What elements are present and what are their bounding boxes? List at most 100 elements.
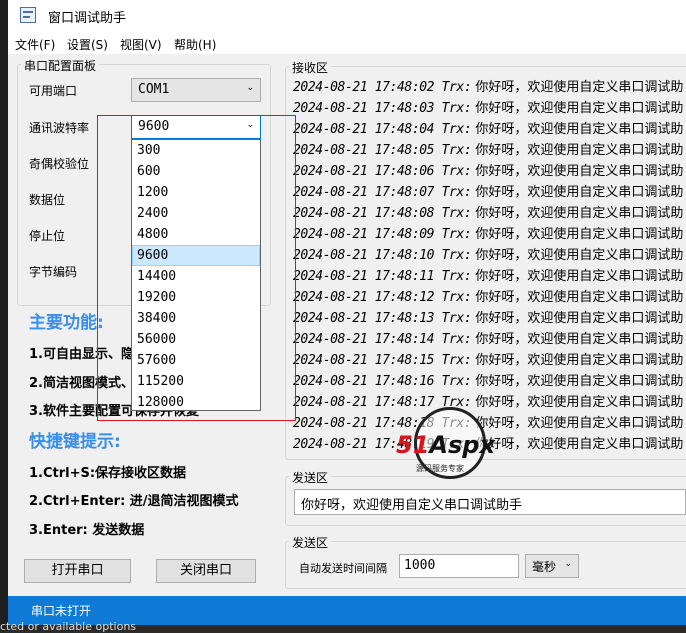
- receive-line: 2024-08-21 17:48:03 Trx: 你好呀，欢迎使用自定义串口调试…: [293, 98, 686, 119]
- interval-input[interactable]: 1000: [399, 554, 519, 578]
- receive-timestamp: 2024-08-21 17:48:05 Trx:: [293, 143, 472, 158]
- parity-label: 奇偶校验位: [29, 157, 90, 171]
- receive-message: 你好呀，欢迎使用自定义串口调试助: [471, 206, 684, 221]
- menu-help[interactable]: 帮助(H): [174, 36, 216, 53]
- menu-view[interactable]: 视图(V): [120, 36, 162, 53]
- menu-file[interactable]: 文件(F): [15, 36, 55, 53]
- baud-dropdown-list: 300 600 1200 2400 4800 9600 14400 19200 …: [131, 139, 261, 411]
- close-port-button[interactable]: 关闭串口: [156, 559, 256, 583]
- receive-message: 你好呀，欢迎使用自定义串口调试助: [471, 311, 684, 326]
- receive-message: 你好呀，欢迎使用自定义串口调试助: [471, 332, 684, 347]
- window-title: 窗口调试助手: [48, 11, 127, 26]
- shortcuts-heading: 快捷键提示:: [29, 432, 121, 452]
- watermark-logo: 51Aspx 源码服务专家: [394, 405, 518, 485]
- receive-timestamp: 2024-08-21 17:48:13 Trx:: [293, 311, 472, 326]
- receive-timestamp: 2024-08-21 17:48:12 Trx:: [293, 290, 472, 305]
- receive-message: 你好呀，欢迎使用自定义串口调试助: [471, 374, 684, 389]
- baud-option[interactable]: 1200: [132, 182, 260, 203]
- serial-config-title: 串口配置面板: [21, 57, 100, 74]
- shortcut-item: 1.Ctrl+S:保存接收区数据: [29, 466, 187, 481]
- title-bar: 窗口调试助手: [8, 0, 686, 32]
- receive-line: 2024-08-21 17:48:09 Trx: 你好呀，欢迎使用自定义串口调试…: [293, 224, 686, 245]
- receive-message: 你好呀，欢迎使用自定义串口调试助: [471, 101, 684, 116]
- receive-timestamp: 2024-08-21 17:48:07 Trx:: [293, 185, 472, 200]
- send-input[interactable]: 你好呀，欢迎使用自定义串口调试助手: [294, 489, 686, 515]
- unit-value: 毫秒: [532, 560, 557, 574]
- stopbits-label: 停止位: [29, 229, 66, 243]
- receive-line: 2024-08-21 17:48:08 Trx: 你好呀，欢迎使用自定义串口调试…: [293, 203, 686, 224]
- receive-timestamp: 2024-08-21 17:48:03 Trx:: [293, 101, 472, 116]
- baud-label: 通讯波特率: [29, 121, 90, 135]
- receive-timestamp: 2024-08-21 17:48:16 Trx:: [293, 374, 472, 389]
- background-text: cted or available options: [0, 620, 137, 633]
- receive-timestamp: 2024-08-21 17:48:06 Trx:: [293, 164, 472, 179]
- shortcut-item: 2.Ctrl+Enter: 进/退简洁视图模式: [29, 494, 239, 509]
- baud-option[interactable]: 38400: [132, 308, 260, 329]
- app-icon: [20, 7, 36, 23]
- baud-option[interactable]: 115200: [132, 371, 260, 392]
- receive-line: 2024-08-21 17:48:04 Trx: 你好呀，欢迎使用自定义串口调试…: [293, 119, 686, 140]
- receive-timestamp: 2024-08-21 17:48:10 Trx:: [293, 248, 472, 263]
- receive-line: 2024-08-21 17:48:16 Trx: 你好呀，欢迎使用自定义串口调试…: [293, 371, 686, 392]
- app-window: 窗口调试助手 文件(F) 设置(S) 视图(V) 帮助(H) 串口配置面板 可用…: [8, 0, 686, 625]
- receive-timestamp: 2024-08-21 17:48:09 Trx:: [293, 227, 472, 242]
- receive-timestamp: 2024-08-21 17:48:11 Trx:: [293, 269, 472, 284]
- databits-label: 数据位: [29, 193, 66, 207]
- encoding-label: 字节编码: [29, 265, 78, 279]
- menu-settings[interactable]: 设置(S): [67, 36, 108, 53]
- receive-message: 你好呀，欢迎使用自定义串口调试助: [471, 248, 684, 263]
- receive-timestamp: 2024-08-21 17:48:04 Trx:: [293, 122, 472, 137]
- receive-line: 2024-08-21 17:48:13 Trx: 你好呀，欢迎使用自定义串口调试…: [293, 308, 686, 329]
- receive-timestamp: 2024-08-21 17:48:02 Trx:: [293, 80, 472, 95]
- baud-option[interactable]: 57600: [132, 350, 260, 371]
- receive-line: 2024-08-21 17:48:07 Trx: 你好呀，欢迎使用自定义串口调试…: [293, 182, 686, 203]
- port-label: 可用端口: [29, 84, 78, 98]
- baud-option[interactable]: 56000: [132, 329, 260, 350]
- baud-option[interactable]: 2400: [132, 203, 260, 224]
- receive-line: 2024-08-21 17:48:12 Trx: 你好呀，欢迎使用自定义串口调试…: [293, 287, 686, 308]
- menu-bar: 文件(F) 设置(S) 视图(V) 帮助(H): [8, 32, 686, 54]
- baud-value: 9600: [138, 119, 170, 134]
- receive-line: 2024-08-21 17:48:11 Trx: 你好呀，欢迎使用自定义串口调试…: [293, 266, 686, 287]
- feature-item: 1.可自由显示、隐: [29, 347, 134, 362]
- send-settings-title: 发送区: [289, 534, 332, 551]
- receive-line: 2024-08-21 17:48:10 Trx: 你好呀，欢迎使用自定义串口调试…: [293, 245, 686, 266]
- chevron-down-icon: ⌄: [246, 83, 254, 93]
- receive-message: 你好呀，欢迎使用自定义串口调试助: [471, 80, 684, 95]
- receive-line: 2024-08-21 17:48:14 Trx: 你好呀，欢迎使用自定义串口调试…: [293, 329, 686, 350]
- chevron-down-icon: ⌄: [246, 120, 254, 130]
- baud-option[interactable]: 600: [132, 161, 260, 182]
- receive-timestamp: 2024-08-21 17:48:15 Trx:: [293, 353, 472, 368]
- baud-select[interactable]: 9600 ⌄: [131, 115, 261, 139]
- receive-message: 你好呀，欢迎使用自定义串口调试助: [471, 185, 684, 200]
- receive-line: 2024-08-21 17:48:15 Trx: 你好呀，欢迎使用自定义串口调试…: [293, 350, 686, 371]
- baud-option[interactable]: 300: [132, 140, 260, 161]
- receive-log[interactable]: 2024-08-21 17:48:02 Trx: 你好呀，欢迎使用自定义串口调试…: [293, 77, 686, 455]
- baud-option[interactable]: 19200: [132, 287, 260, 308]
- send-title: 发送区: [289, 469, 332, 486]
- receive-title: 接收区: [289, 59, 332, 76]
- receive-message: 你好呀，欢迎使用自定义串口调试助: [471, 143, 684, 158]
- receive-line: 2024-08-21 17:48:06 Trx: 你好呀，欢迎使用自定义串口调试…: [293, 161, 686, 182]
- receive-message: 你好呀，欢迎使用自定义串口调试助: [471, 227, 684, 242]
- feature-item: 2.简洁视图模式、: [29, 376, 134, 391]
- receive-message: 你好呀，欢迎使用自定义串口调试助: [471, 122, 684, 137]
- chevron-down-icon: ⌄: [564, 559, 572, 569]
- baud-option[interactable]: 4800: [132, 224, 260, 245]
- receive-message: 你好呀，欢迎使用自定义串口调试助: [471, 353, 684, 368]
- port-select[interactable]: COM1 ⌄: [131, 78, 261, 102]
- receive-line: 2024-08-21 17:48:02 Trx: 你好呀，欢迎使用自定义串口调试…: [293, 77, 686, 98]
- receive-timestamp: 2024-08-21 17:48:08 Trx:: [293, 206, 472, 221]
- baud-option[interactable]: 128000: [132, 392, 260, 413]
- receive-timestamp: 2024-08-21 17:48:14 Trx:: [293, 332, 472, 347]
- status-text: 串口未打开: [31, 604, 92, 618]
- receive-message: 你好呀，欢迎使用自定义串口调试助: [471, 164, 684, 179]
- baud-option-selected[interactable]: 9600: [132, 245, 260, 266]
- open-port-button[interactable]: 打开串口: [24, 559, 131, 583]
- desktop-edge: [0, 0, 8, 631]
- baud-option[interactable]: 14400: [132, 266, 260, 287]
- receive-message: 你好呀，欢迎使用自定义串口调试助: [471, 290, 684, 305]
- receive-line: 2024-08-21 17:48:05 Trx: 你好呀，欢迎使用自定义串口调试…: [293, 140, 686, 161]
- unit-select[interactable]: 毫秒 ⌄: [525, 554, 579, 578]
- shortcut-item: 3.Enter: 发送数据: [29, 523, 145, 538]
